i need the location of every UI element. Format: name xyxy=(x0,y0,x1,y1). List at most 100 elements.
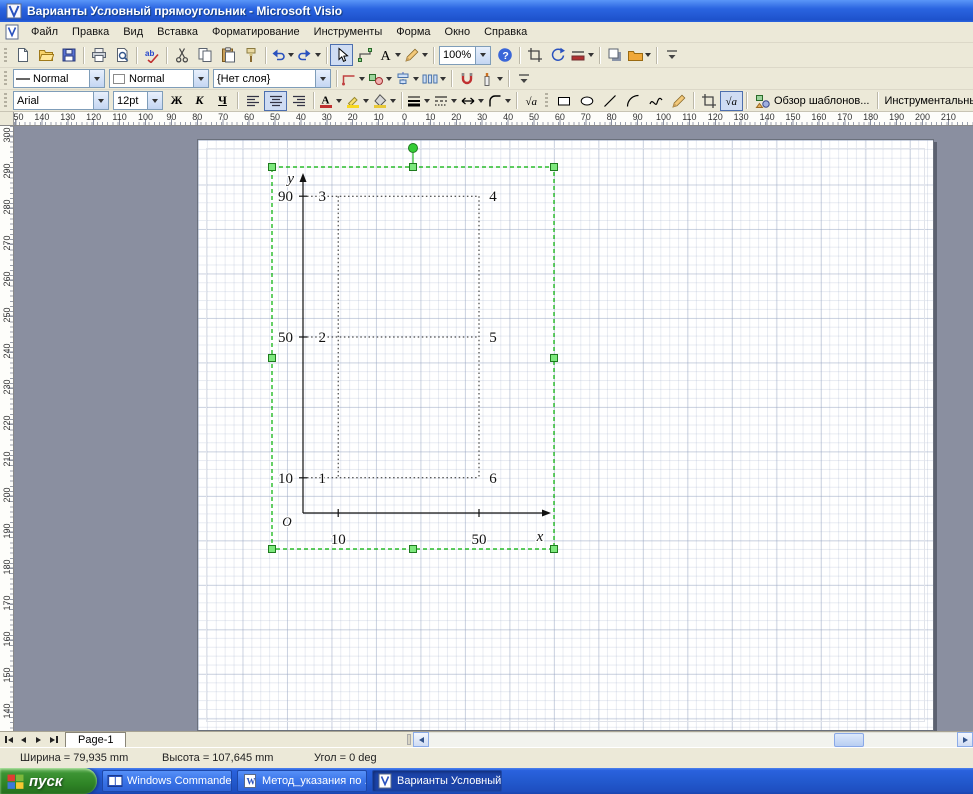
menu-Окно[interactable]: Окно xyxy=(438,23,478,41)
new-page-button[interactable] xyxy=(11,44,34,66)
toolbar-grip[interactable] xyxy=(4,71,7,86)
dropdown-arrow[interactable] xyxy=(361,98,370,103)
dropdown-arrow[interactable] xyxy=(384,76,393,81)
pointer-button[interactable] xyxy=(330,44,353,66)
spelling-button[interactable]: ab xyxy=(140,44,163,66)
rect-tool-button[interactable] xyxy=(552,91,575,111)
line-tool-button[interactable] xyxy=(598,91,621,111)
fill-color-button[interactable] xyxy=(371,91,398,111)
pencil-button[interactable] xyxy=(667,91,690,111)
horizontal-ruler[interactable]: 150 140 130 120 110 100 90 80 70 60 50 40 30 20 10 0 10 2… xyxy=(0,112,973,126)
corner-round-button[interactable] xyxy=(486,91,513,111)
menu-Справка[interactable]: Справка xyxy=(477,23,534,41)
start-button[interactable]: пуск xyxy=(0,768,97,794)
bold-button[interactable]: Ж xyxy=(165,91,188,111)
dropdown-arrow[interactable] xyxy=(438,76,447,81)
combo-dropdown-button[interactable] xyxy=(315,70,330,87)
redo-button[interactable] xyxy=(296,44,323,66)
combo-dropdown-button[interactable] xyxy=(147,92,162,109)
dropdown-arrow[interactable] xyxy=(420,53,429,57)
toolbar-grip[interactable] xyxy=(4,47,7,63)
text-color-button[interactable]: A xyxy=(317,91,344,111)
save-button[interactable] xyxy=(57,44,80,66)
scrollbar-track[interactable] xyxy=(429,732,957,747)
align-center-button[interactable] xyxy=(264,90,287,111)
highlight-button[interactable] xyxy=(344,91,371,111)
zoom-combo[interactable]: 100% xyxy=(439,45,491,65)
toolbar-options-button[interactable] xyxy=(512,69,535,89)
browse-templates-button[interactable]: Обзор шаблонов... xyxy=(750,91,874,111)
ellipse-tool-button[interactable] xyxy=(575,91,598,111)
combo-dropdown-button[interactable] xyxy=(193,70,208,87)
line-pattern-button[interactable] xyxy=(432,91,459,111)
last-page-button[interactable] xyxy=(47,733,60,746)
undo-button[interactable] xyxy=(269,44,296,66)
formula-button[interactable]: √a xyxy=(720,90,743,111)
dropdown-arrow[interactable] xyxy=(643,53,652,57)
print-button[interactable] xyxy=(87,44,110,66)
open-folder-button[interactable] xyxy=(34,44,57,66)
menu-Вид[interactable]: Вид xyxy=(116,23,150,41)
dropdown-arrow[interactable] xyxy=(313,53,322,57)
dropdown-arrow[interactable] xyxy=(357,76,366,81)
toolbar-grip[interactable] xyxy=(4,93,7,108)
line-ends-button[interactable] xyxy=(459,91,486,111)
first-page-button[interactable] xyxy=(2,733,15,746)
layer-combo[interactable]: {Нет слоя} xyxy=(213,69,331,88)
print-preview-button[interactable] xyxy=(110,44,133,66)
copy-button[interactable] xyxy=(193,44,216,66)
toolbar-options-button[interactable] xyxy=(660,44,683,66)
dropdown-arrow[interactable] xyxy=(495,76,504,81)
combo-dropdown-button[interactable] xyxy=(475,46,490,64)
menu-Форма[interactable]: Форма xyxy=(389,23,437,41)
vertical-ruler[interactable]: 300 290 280 270 260 250 240 230 220 210 200 190 180 1… xyxy=(0,126,14,731)
toolbar-grip[interactable] xyxy=(545,93,548,108)
align-button[interactable] xyxy=(394,69,421,89)
line-style-combo[interactable]: Normal xyxy=(13,69,105,88)
underline-button[interactable]: Ч xyxy=(211,91,234,111)
font-combo[interactable]: Arial xyxy=(13,91,109,110)
menu-Вставка[interactable]: Вставка xyxy=(150,23,205,41)
task-button[interactable]: Windows Commander... xyxy=(102,770,232,792)
menu-Инструменты[interactable]: Инструменты xyxy=(307,23,390,41)
fill-style-combo[interactable]: Normal xyxy=(109,69,209,88)
dropdown-arrow[interactable] xyxy=(334,98,343,103)
dropdown-arrow[interactable] xyxy=(586,53,595,57)
font-size-combo[interactable]: 12pt xyxy=(113,91,163,110)
pencil-button[interactable] xyxy=(403,44,430,66)
dropdown-arrow[interactable] xyxy=(411,76,420,81)
dropdown-arrow[interactable] xyxy=(422,98,431,103)
italic-button[interactable]: К xyxy=(188,91,211,111)
cut-button[interactable] xyxy=(170,44,193,66)
menu-Правка[interactable]: Правка xyxy=(65,23,116,41)
menu-Файл[interactable]: Файл xyxy=(24,23,65,41)
connector-corner-button[interactable] xyxy=(340,69,367,89)
task-button[interactable]: Варианты Условный... xyxy=(372,770,502,792)
connector-button[interactable] xyxy=(353,44,376,66)
text-tool-button[interactable]: A xyxy=(376,44,403,66)
dropdown-arrow[interactable] xyxy=(388,98,397,103)
tab-scroll-splitter[interactable] xyxy=(407,734,411,745)
shadow-button[interactable] xyxy=(603,44,626,66)
dropdown-arrow[interactable] xyxy=(449,98,458,103)
page-tab[interactable]: Page-1 xyxy=(65,732,127,747)
scrollbar-thumb[interactable] xyxy=(834,733,864,747)
dropdown-arrow[interactable] xyxy=(503,98,512,103)
shapes-group-button[interactable] xyxy=(367,69,394,89)
menu-Форматирование[interactable]: Форматирование xyxy=(205,23,307,41)
dropdown-arrow[interactable] xyxy=(476,98,485,103)
freeform-tool-button[interactable] xyxy=(644,91,667,111)
formula-button[interactable]: √a xyxy=(520,91,543,111)
format-painter-button[interactable] xyxy=(239,44,262,66)
glue-button[interactable] xyxy=(478,69,505,89)
combo-dropdown-button[interactable] xyxy=(93,92,108,109)
rotate-button[interactable] xyxy=(546,44,569,66)
drawing-canvas[interactable]: 90 50 10 10 50 y x O 1 2 3 4 5 6 300 290 280 270 260 250 24… xyxy=(0,126,973,731)
crop-button[interactable] xyxy=(697,91,720,111)
document-control-icon[interactable] xyxy=(4,24,20,40)
prev-page-button[interactable] xyxy=(17,733,30,746)
arc-tool-button[interactable] xyxy=(621,91,644,111)
dropdown-arrow[interactable] xyxy=(393,53,402,57)
align-left-button[interactable] xyxy=(241,91,264,111)
dropdown-arrow[interactable] xyxy=(286,53,295,57)
